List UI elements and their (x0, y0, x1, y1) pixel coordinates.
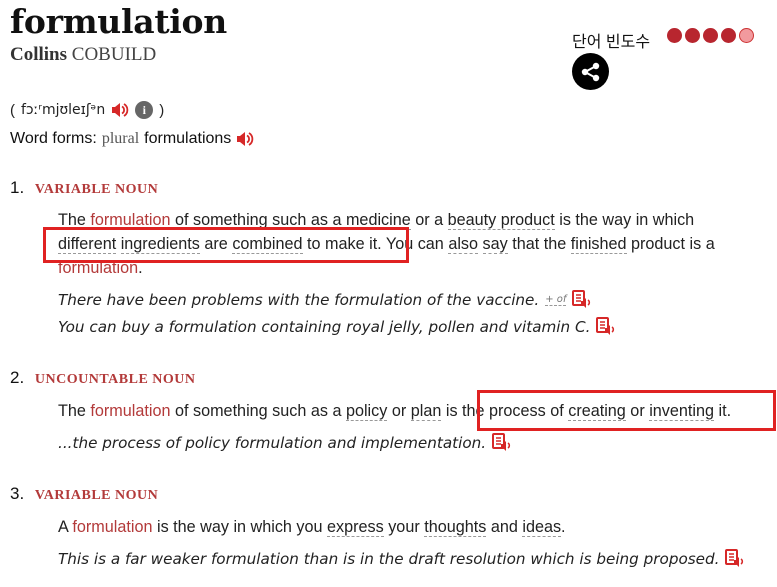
word-forms-label: Word forms: (10, 130, 97, 147)
frequency-dots (667, 28, 754, 43)
sense-number: 2. (10, 368, 25, 387)
part-of-speech: UNCOUNTABLE NOUN (34, 372, 196, 387)
word-link[interactable]: also (448, 235, 479, 254)
headword-link[interactable]: formulation (90, 402, 170, 420)
more-examples-link[interactable]: + of (545, 294, 567, 306)
pron-open: ( (10, 101, 15, 119)
sense-number: 1. (10, 178, 25, 197)
frequency-dot (685, 28, 700, 43)
sense-3-header: 3. VARIABLE NOUN (10, 484, 158, 504)
word-link[interactable]: beauty product (447, 211, 555, 230)
word-forms-plural-value: formulations (144, 130, 232, 147)
example-sentence: ...the process of policy formulation and… (58, 433, 512, 453)
example-sentence: There have been problems with the formul… (58, 290, 592, 310)
highlight-box (43, 227, 409, 263)
pron-close: ) (159, 101, 165, 119)
frequency-dot (721, 28, 736, 43)
word-link[interactable]: ideas (522, 518, 562, 537)
dictionary-name: COBUILD (71, 44, 157, 65)
word-link[interactable]: finished (570, 235, 627, 254)
speaker-icon[interactable] (236, 131, 254, 147)
frequency-label: 단어 빈도수 (572, 34, 651, 51)
sense-3-definition: A formulation is the way in which you ex… (58, 518, 566, 537)
part-of-speech: VARIABLE NOUN (34, 488, 159, 503)
word-link[interactable]: policy (345, 402, 388, 421)
word-link[interactable]: plan (410, 402, 442, 421)
part-of-speech: VARIABLE NOUN (34, 182, 159, 197)
pronunciation: ( fɔːʳmjʊleɪʃᵊn i ) (10, 101, 164, 119)
word-link[interactable]: say (482, 235, 508, 254)
word-link[interactable]: thoughts (424, 518, 487, 537)
headword-link[interactable]: formulation (72, 518, 152, 536)
example-audio-icon[interactable] (725, 549, 745, 569)
share-icon (581, 62, 599, 81)
example-audio-icon[interactable] (492, 433, 512, 453)
frequency-dot-empty (739, 28, 754, 43)
dictionary-source: Collins COBUILD (10, 44, 156, 66)
sense-2-header: 2. UNCOUNTABLE NOUN (10, 368, 196, 388)
word-link[interactable]: express (327, 518, 384, 537)
info-icon[interactable]: i (135, 101, 154, 119)
example-sentence: This is a far weaker formulation than is… (58, 549, 745, 569)
example-sentence: You can buy a formulation containing roy… (58, 317, 616, 337)
sense-number: 3. (10, 484, 25, 503)
word-forms-plural-label: plural (101, 130, 140, 147)
word-forms: Word forms: plural formulations (10, 130, 254, 148)
dictionary-brand: Collins (10, 44, 68, 65)
headword: formulation (10, 2, 227, 41)
frequency-dot (703, 28, 718, 43)
sense-1-header: 1. VARIABLE NOUN (10, 178, 158, 198)
highlight-box (477, 390, 776, 431)
example-audio-icon[interactable] (596, 317, 616, 337)
speaker-icon[interactable] (111, 102, 129, 118)
example-audio-icon[interactable] (572, 290, 592, 310)
share-button[interactable] (572, 53, 609, 90)
frequency-dot (667, 28, 682, 43)
pronunciation-ipa: fɔːʳmjʊleɪʃᵊn (21, 102, 106, 118)
